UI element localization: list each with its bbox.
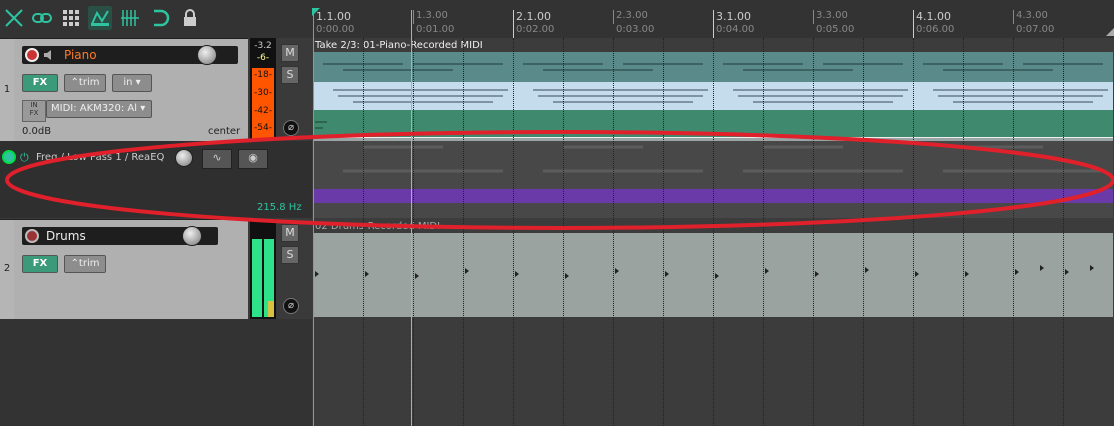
- time-label: 0:06.00: [916, 24, 955, 35]
- arrange-view[interactable]: 1.1.00 0:00.00 1.3.00 0:01.00 2.1.00 0:0…: [312, 0, 1114, 426]
- trim-button[interactable]: ⌃trim: [64, 74, 106, 92]
- item-take-label: Take 2/3: 01-Piano-Recorded MIDI: [315, 40, 483, 51]
- track-meter-piano: -3.2 -6- -18- -30- -42- -54-: [250, 38, 276, 141]
- record-arm-icon[interactable]: [25, 229, 39, 243]
- ruler-tick: [513, 10, 514, 38]
- meter-peak: [268, 301, 274, 317]
- fx-button[interactable]: FX: [22, 74, 58, 92]
- solo-button[interactable]: S: [281, 246, 299, 264]
- envelope-mode-icon[interactable]: ◉: [238, 149, 268, 169]
- item-take-label: 02 Drums-Recorded MIDI: [315, 221, 441, 232]
- empty-tcp-area: [0, 319, 312, 426]
- grid-line: [413, 38, 414, 426]
- solo-button[interactable]: S: [281, 66, 299, 84]
- grid-line: [963, 38, 964, 426]
- bar-label: 2.1.00: [516, 10, 551, 23]
- volume-knob[interactable]: [197, 45, 217, 65]
- time-label: 0:07.00: [1016, 24, 1055, 35]
- envelope-shape-icon[interactable]: ∿: [202, 149, 232, 169]
- mute-button[interactable]: M: [281, 44, 299, 62]
- ruler-tick: [613, 10, 614, 24]
- track-number: 2: [3, 263, 11, 274]
- loop-icon[interactable]: [148, 6, 172, 30]
- timeline-ruler[interactable]: 1.1.00 0:00.00 1.3.00 0:01.00 2.1.00 0:0…: [312, 0, 1114, 38]
- edit-cursor[interactable]: [313, 10, 314, 426]
- grid-line: [363, 38, 364, 426]
- envelope-arm-icon[interactable]: [2, 150, 16, 164]
- chevron-down-icon: ▾: [140, 103, 146, 114]
- time-label: 0:04.00: [716, 24, 755, 35]
- time-label: 0:05.00: [816, 24, 855, 35]
- speaker-icon[interactable]: [43, 49, 55, 61]
- volume-readout: 0.0dB: [22, 126, 52, 137]
- volume-knob[interactable]: [182, 226, 202, 246]
- input-select[interactable]: MIDI: AKM320: Al ▾: [46, 100, 152, 118]
- grid-line: [563, 38, 564, 426]
- grid-icon[interactable]: [59, 6, 83, 30]
- input-fx-button[interactable]: IN FX: [22, 100, 46, 122]
- bar-label: 2.3.00: [616, 10, 648, 21]
- ripple-icon[interactable]: [2, 6, 26, 30]
- bar-label: 1.3.00: [416, 10, 448, 21]
- grid-line: [913, 38, 914, 426]
- time-label: 0:01.00: [416, 24, 455, 35]
- input-monitor-button[interactable]: in ▾: [112, 74, 152, 92]
- grid-line: [513, 38, 514, 426]
- mute-button[interactable]: M: [281, 224, 299, 242]
- main-toolbar: [0, 0, 312, 38]
- ruler-tick: [413, 10, 414, 24]
- phase-icon[interactable]: ⌀: [283, 298, 299, 314]
- phase-icon[interactable]: ⌀: [283, 120, 299, 136]
- bar-label: 3.3.00: [816, 10, 848, 21]
- time-label: 0:03.00: [616, 24, 655, 35]
- ruler-end-icon: [1106, 28, 1114, 36]
- grid-line: [1013, 38, 1014, 426]
- ruler-tick: [813, 10, 814, 24]
- automation-icon: ⌃: [70, 258, 79, 269]
- grid-line: [763, 38, 764, 426]
- ruler-tick: [1013, 10, 1014, 24]
- snap-grid-icon[interactable]: [118, 6, 142, 30]
- pan-readout: center: [208, 126, 241, 137]
- fx-button[interactable]: FX: [22, 255, 58, 273]
- envelope-name: Freq / Low Pass 1 / ReaEQ: [36, 152, 165, 163]
- grid-line: [613, 38, 614, 426]
- grid-line: [863, 38, 864, 426]
- bar-label: 4.3.00: [1016, 10, 1048, 21]
- link-icon[interactable]: [30, 6, 54, 30]
- meter-level-left: [252, 239, 262, 317]
- bypass-icon[interactable]: ⏻: [20, 151, 29, 165]
- envelope-icon[interactable]: [88, 6, 112, 30]
- envelope-knob[interactable]: [175, 149, 193, 167]
- bar-label: 1.1.00: [316, 10, 351, 23]
- record-arm-icon[interactable]: [25, 48, 39, 62]
- playhead[interactable]: [411, 10, 412, 426]
- envelope-value: 215.8 Hz: [257, 202, 302, 213]
- track-meter-drums: [250, 219, 276, 319]
- time-label: 0:02.00: [516, 24, 555, 35]
- trim-button[interactable]: ⌃trim: [64, 255, 106, 273]
- chevron-down-icon: ▾: [135, 77, 141, 88]
- bar-label: 4.1.00: [916, 10, 951, 23]
- ruler-tick: [713, 10, 714, 38]
- lock-icon[interactable]: [178, 6, 202, 30]
- ruler-tick: [913, 10, 914, 38]
- time-label: 0:00.00: [316, 24, 355, 35]
- grid-line: [1063, 38, 1064, 426]
- grid-line: [813, 38, 814, 426]
- automation-icon: ⌃: [70, 77, 79, 88]
- track-number: 1: [3, 84, 11, 95]
- grid-line: [663, 38, 664, 426]
- grid-line: [463, 38, 464, 426]
- grid-line: [713, 38, 714, 426]
- bar-label: 3.1.00: [716, 10, 751, 23]
